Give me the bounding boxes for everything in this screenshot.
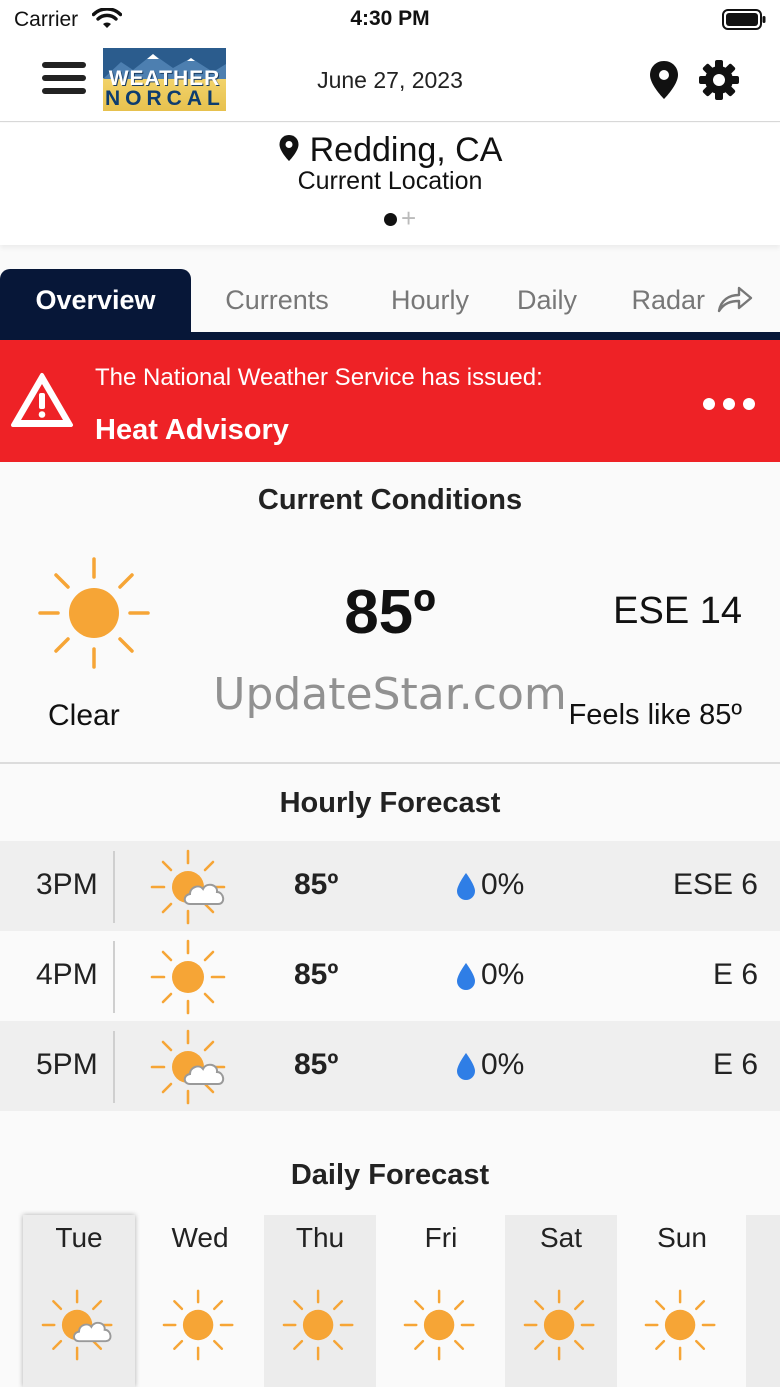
status-bar: Carrier 4:30 PM	[0, 0, 780, 40]
hourly-forecast-title: Hourly Forecast	[279, 787, 501, 819]
day-name: Fri	[424, 1222, 458, 1253]
tab-overview[interactable]: Overview	[0, 269, 191, 332]
hour-time: 4PM	[36, 958, 98, 991]
location-header[interactable]: Redding, CA Current Location +	[0, 123, 780, 245]
tab-hourly[interactable]: Hourly	[368, 269, 492, 332]
day-column-fri[interactable]: Fri	[385, 1215, 497, 1387]
partly-cloudy-icon	[150, 849, 226, 925]
location-pager[interactable]: +	[382, 203, 426, 233]
hour-precipitation: 0%	[481, 1048, 525, 1081]
day-column-tue[interactable]: Tue	[23, 1215, 135, 1387]
warning-icon	[11, 373, 73, 427]
raindrop-icon	[457, 873, 475, 900]
tab-currents[interactable]: Currents	[202, 269, 352, 332]
hour-wind: ESE 6	[672, 868, 758, 901]
divider	[113, 941, 115, 1013]
day-name: Tue	[55, 1222, 103, 1253]
day-column-thu[interactable]: Thu	[264, 1215, 376, 1387]
hour-temperature: 85º	[294, 868, 339, 901]
location-subtitle: Current Location	[297, 167, 483, 195]
hour-wind: E 6	[712, 1048, 758, 1081]
hour-time: 3PM	[36, 868, 98, 901]
tab-radar[interactable]: Radar	[612, 269, 772, 332]
day-column-sat[interactable]: Sat	[505, 1215, 617, 1387]
partly-cloudy-icon	[41, 1289, 113, 1361]
sun-icon	[644, 1289, 716, 1361]
sun-icon	[282, 1289, 354, 1361]
divider	[113, 1031, 115, 1103]
hamburger-menu-icon[interactable]	[42, 62, 86, 98]
divider	[113, 851, 115, 923]
gear-icon[interactable]	[698, 59, 740, 101]
sun-icon	[523, 1289, 595, 1361]
location-pin-icon[interactable]	[648, 60, 680, 100]
daily-forecast-title: Daily Forecast	[290, 1159, 490, 1191]
day-name: Thu	[295, 1222, 345, 1253]
current-conditions: Current Conditions 85º ESE 14 Clear Feel…	[0, 462, 780, 764]
hourly-row[interactable]: 5PM 85º 0% E 6	[0, 1021, 780, 1111]
nav-bar: WEATHER NORCAL June 27, 2023	[0, 40, 780, 122]
hour-temperature: 85º	[294, 958, 339, 991]
alert-title: Heat Advisory	[95, 414, 289, 446]
raindrop-icon	[457, 1053, 475, 1080]
battery-icon	[722, 9, 766, 30]
alert-intro-text: The National Weather Service has issued:	[95, 364, 543, 391]
hour-wind: E 6	[712, 958, 758, 991]
heat-advisory-alert[interactable]: The National Weather Service has issued:…	[0, 340, 780, 462]
location-pin-icon	[279, 134, 299, 161]
weather-norcal-logo: WEATHER NORCAL	[103, 48, 226, 111]
location-city: Redding, CA	[309, 131, 503, 169]
status-time: 4:30 PM	[350, 7, 430, 30]
day-column-next[interactable]	[746, 1215, 780, 1387]
hour-temperature: 85º	[294, 1048, 339, 1081]
current-condition-label: Clear	[48, 699, 120, 732]
location-title-row: Redding, CA	[0, 131, 780, 170]
hour-precipitation: 0%	[481, 868, 525, 901]
more-options-icon[interactable]	[703, 398, 755, 412]
partly-cloudy-icon	[150, 1029, 226, 1105]
hourly-row[interactable]: 4PM 85º 0% E 6	[0, 931, 780, 1021]
page-indicator-dot	[384, 213, 397, 226]
day-column-wed[interactable]: Wed	[144, 1215, 256, 1387]
current-wind: ESE 14	[613, 590, 742, 632]
hourly-row[interactable]: 3PM 85º 0% ESE 6	[0, 841, 780, 931]
sun-icon	[162, 1289, 234, 1361]
current-conditions-title: Current Conditions	[257, 484, 523, 516]
day-column-sun[interactable]: Sun	[626, 1215, 738, 1387]
hour-time: 5PM	[36, 1048, 98, 1081]
raindrop-icon	[457, 963, 475, 990]
tab-bar: Overview Currents Hourly Daily Radar	[0, 269, 780, 340]
add-location-icon[interactable]: +	[401, 203, 416, 234]
day-name: Sat	[539, 1222, 583, 1253]
sun-icon	[403, 1289, 475, 1361]
tab-daily[interactable]: Daily	[500, 269, 594, 332]
day-name: Sun	[657, 1222, 707, 1253]
share-arrow-icon	[717, 286, 752, 313]
tab-radar-label: Radar	[631, 285, 706, 315]
day-name: Wed	[171, 1222, 229, 1253]
logo-line2: NORCAL	[105, 87, 225, 110]
sun-icon	[150, 939, 226, 1015]
hour-precipitation: 0%	[481, 958, 525, 991]
feels-like-label: Feels like 85º	[568, 699, 742, 731]
